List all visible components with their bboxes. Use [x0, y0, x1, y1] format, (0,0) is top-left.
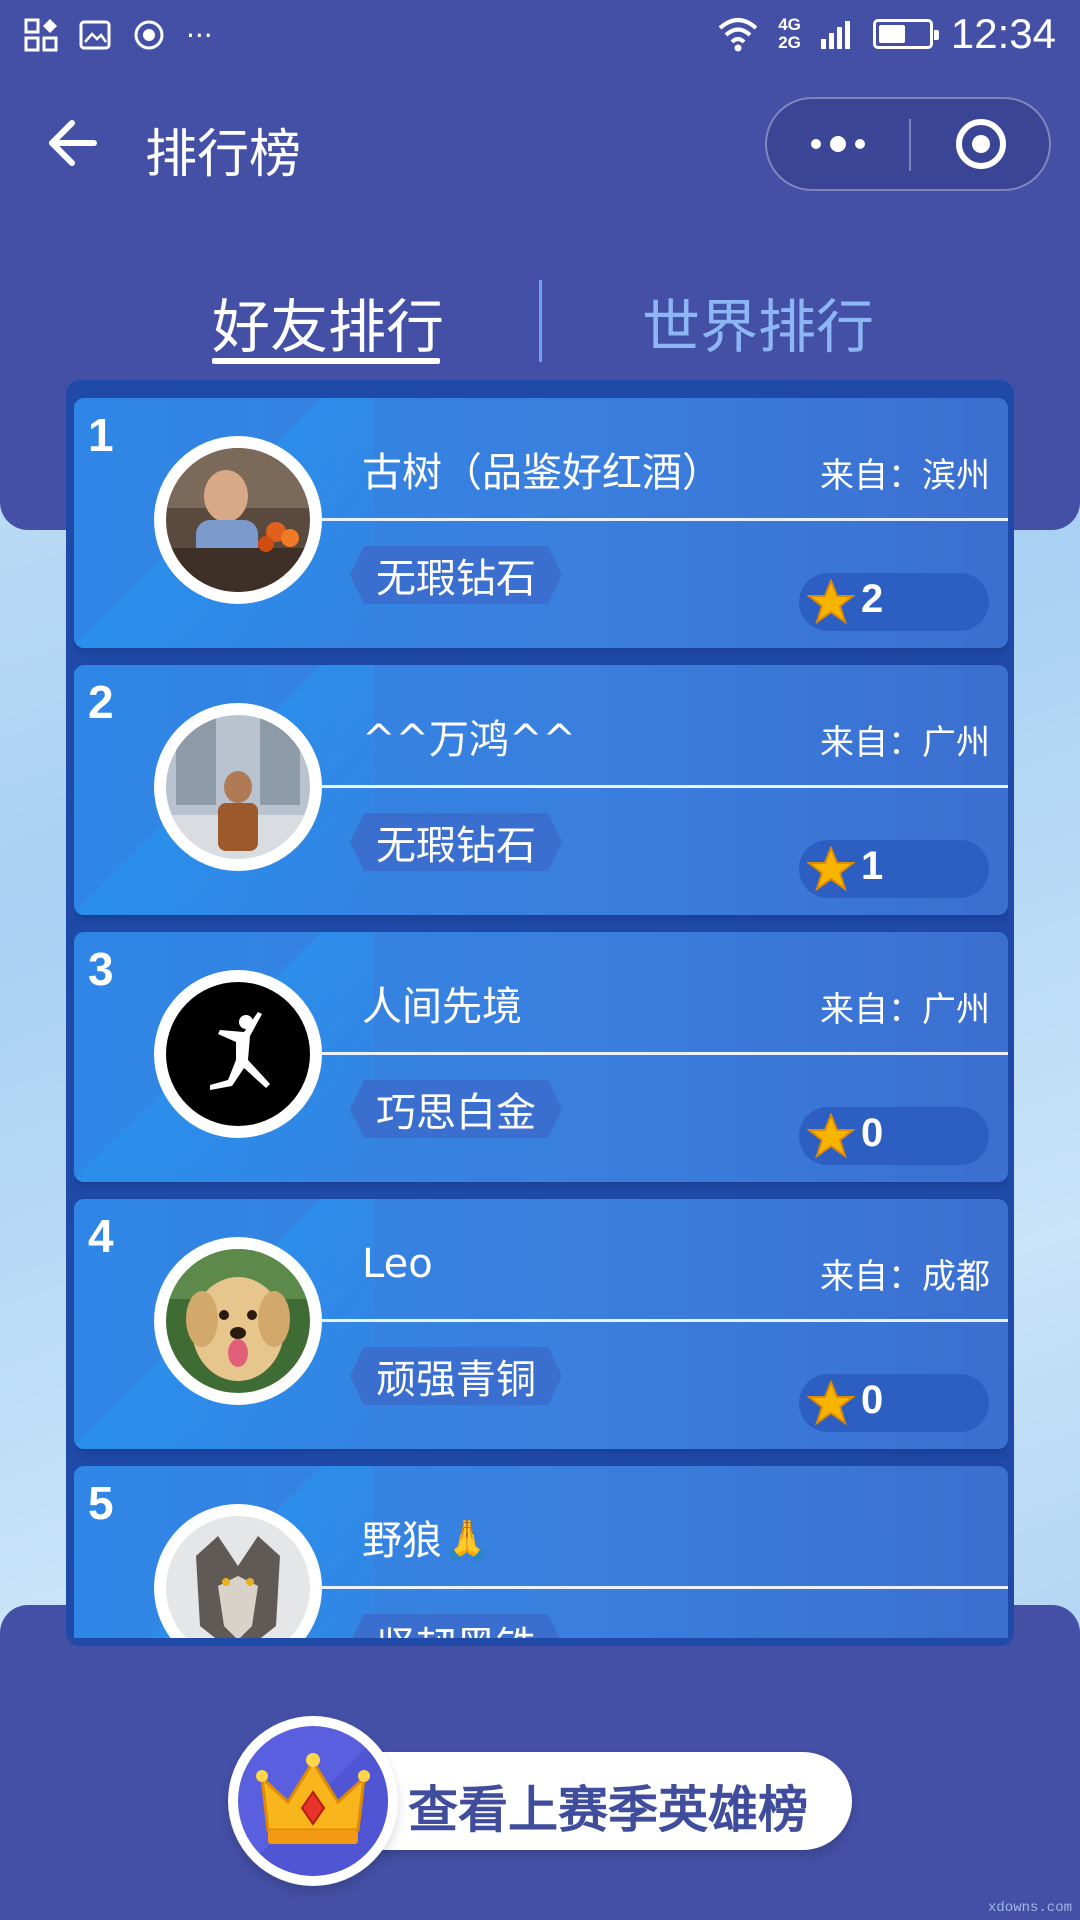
network-4g: 4G	[778, 15, 801, 34]
wolf-avatar-image	[166, 1516, 310, 1638]
avatar[interactable]	[154, 970, 322, 1138]
rank-number: 3	[88, 943, 114, 995]
ranking-list[interactable]: 1 古树（品鉴好红酒） 来自：滨州 无瑕钻石 2 2 ^^万鸿^^ 来自：广州 …	[74, 398, 1008, 1638]
more-dots-icon	[811, 136, 865, 152]
player-location: 来自：成都	[820, 1257, 990, 1297]
star-icon	[807, 579, 855, 625]
status-bar: ··· 4G 2G 12:34	[0, 0, 1080, 72]
player-name: 人间先境	[362, 984, 522, 1030]
card-divider	[322, 1319, 1008, 1322]
jumpman-logo-image	[166, 982, 310, 1126]
watermark-text: xdowns.com	[987, 1900, 1072, 1916]
tab-divider	[539, 280, 542, 362]
card-divider	[322, 785, 1008, 788]
rank-number: 1	[88, 409, 114, 461]
apps-icon	[24, 18, 58, 52]
battery-level	[878, 25, 906, 43]
rank-number: 4	[88, 1210, 114, 1262]
gallery-icon	[79, 20, 111, 50]
network-type: 4G 2G	[778, 16, 801, 52]
ranking-card[interactable]: 1 古树（品鉴好红酒） 来自：滨州 无瑕钻石 2	[74, 398, 1008, 648]
capsule-divider	[909, 119, 911, 171]
star-count: 0	[861, 1111, 884, 1155]
star-count-pill: 2	[799, 573, 989, 631]
card-divider	[322, 1052, 1008, 1055]
tab-friends-ranking[interactable]: 好友排行	[212, 280, 444, 364]
star-count-pill: 0	[799, 1107, 989, 1165]
clock: 12:34	[950, 10, 1056, 57]
card-divider	[322, 1586, 1008, 1589]
player-name: 野狼🙏	[362, 1518, 492, 1564]
close-target-icon	[956, 119, 1006, 169]
star-count-pill: 1	[799, 840, 989, 898]
person-avatar-image	[166, 715, 310, 859]
player-name: 古树（品鉴好红酒）	[362, 450, 722, 496]
player-name: Leo	[362, 1241, 433, 1287]
more-button[interactable]	[767, 99, 909, 189]
tab-active-underline	[212, 358, 440, 364]
player-location: 来自：广州	[820, 723, 990, 763]
dog-avatar-image	[166, 1249, 310, 1393]
tier-badge: 无瑕钻石	[350, 813, 562, 871]
player-location: 来自：广州	[820, 990, 990, 1030]
back-arrow-icon[interactable]	[44, 115, 100, 171]
player-location: 来自：滨州	[820, 456, 990, 496]
network-2g: 2G	[778, 33, 801, 52]
person-avatar-image	[166, 448, 310, 592]
mini-program-capsule	[765, 97, 1051, 191]
crown-background	[238, 1726, 388, 1876]
star-count-pill: 0	[799, 1374, 989, 1432]
star-count: 2	[861, 577, 884, 621]
crown-badge[interactable]	[228, 1716, 398, 1886]
tier-badge: 坚韧黑铁	[350, 1614, 562, 1638]
avatar[interactable]	[154, 436, 322, 604]
crown-icon	[238, 1726, 388, 1876]
rank-number: 2	[88, 676, 114, 728]
star-icon	[807, 1113, 855, 1159]
avatar[interactable]	[154, 703, 322, 871]
tab-world-ranking[interactable]: 世界排行	[642, 280, 874, 364]
tier-badge: 顽强青铜	[350, 1347, 562, 1405]
tier-badge: 无瑕钻石	[350, 546, 562, 604]
signal-icon	[820, 21, 850, 49]
page-title: 排行榜	[145, 125, 302, 185]
star-icon	[807, 1380, 855, 1426]
ranking-card[interactable]: 5 野狼🙏 坚韧黑铁	[74, 1466, 1008, 1638]
status-more-text: ···	[186, 18, 213, 52]
ranking-card[interactable]: 3 人间先境 来自：广州 巧思白金 0	[74, 932, 1008, 1182]
tier-badge: 巧思白金	[350, 1080, 562, 1138]
star-count: 0	[861, 1378, 884, 1422]
battery-icon	[872, 19, 939, 49]
star-count: 1	[861, 844, 884, 888]
star-icon	[807, 846, 855, 892]
ranking-card[interactable]: 4 Leo 来自：成都 顽强青铜 0	[74, 1199, 1008, 1449]
close-button[interactable]	[913, 99, 1049, 189]
player-name: ^^万鸿^^	[362, 717, 577, 763]
record-icon	[134, 20, 164, 50]
avatar[interactable]	[154, 1237, 322, 1405]
card-divider	[322, 518, 1008, 521]
ranking-card[interactable]: 2 ^^万鸿^^ 来自：广州 无瑕钻石 1	[74, 665, 1008, 915]
rank-number: 5	[88, 1477, 114, 1529]
hero-button-label: 查看上赛季英雄榜	[408, 1781, 808, 1839]
wifi-icon	[718, 18, 758, 52]
